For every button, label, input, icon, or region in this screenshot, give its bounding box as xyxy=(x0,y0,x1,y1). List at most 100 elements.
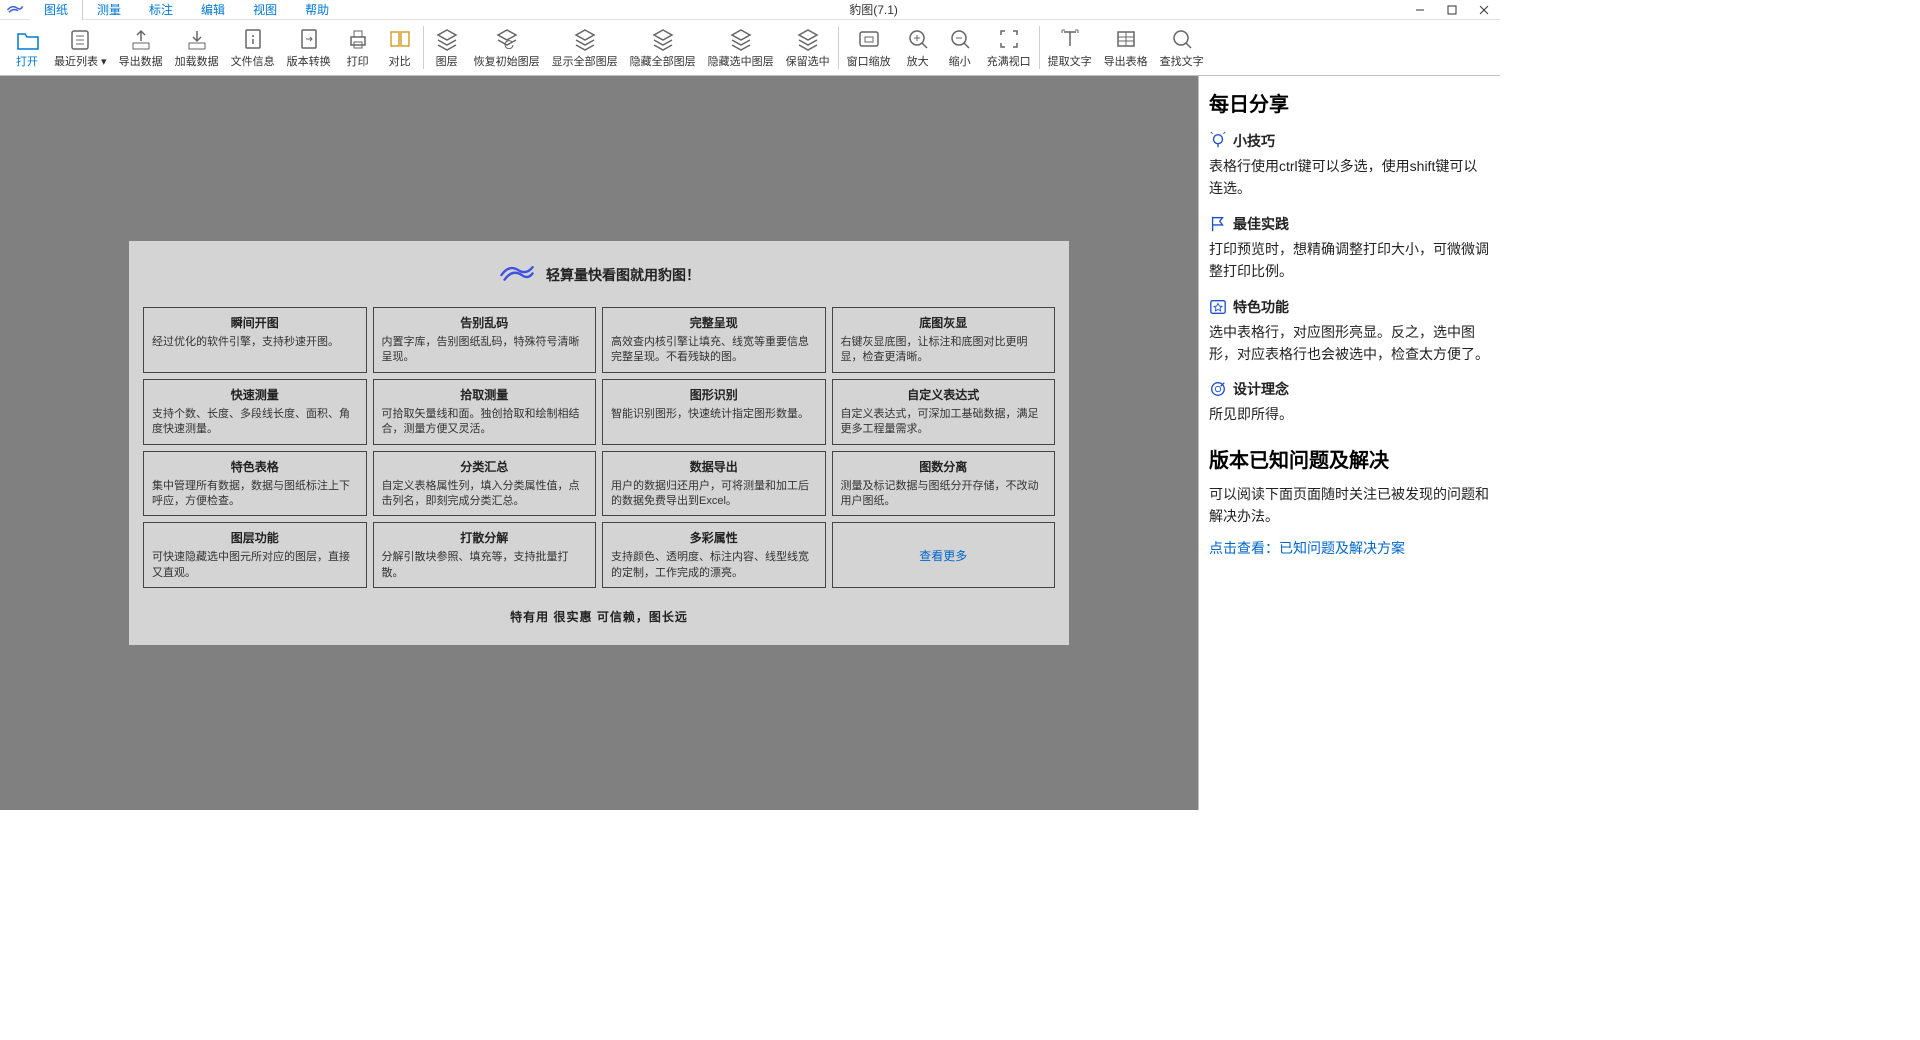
ribbon-label: 版本转换 xyxy=(287,53,331,69)
zoomwin-icon xyxy=(857,27,881,51)
ribbon-label: 查找文字 xyxy=(1160,53,1204,69)
card-desc: 用户的数据归还用户，可将测量和加工后的数据免费导出到Excel。 xyxy=(611,479,817,510)
tab-help[interactable]: 帮助 xyxy=(291,0,343,20)
minimize-button[interactable] xyxy=(1404,0,1436,20)
card-title: 自定义表达式 xyxy=(841,386,1047,403)
ribbon-layerkeep-button[interactable]: 保留选中 xyxy=(780,20,836,75)
ribbon-search-button[interactable]: 查找文字 xyxy=(1154,20,1210,75)
card-desc: 经过优化的软件引擎，支持秒速开图。 xyxy=(152,335,358,350)
share-title: 最佳实践 xyxy=(1233,214,1289,234)
close-button[interactable] xyxy=(1468,0,1500,20)
fileinfo-icon xyxy=(241,27,265,51)
share-body: 所见即所得。 xyxy=(1209,403,1490,425)
ribbon-layershow-button[interactable]: 显示全部图层 xyxy=(546,20,624,75)
zoomout-icon xyxy=(948,27,972,51)
card-desc: 自定义表格属性列，填入分类属性值，点击列名，即刻完成分类汇总。 xyxy=(382,479,588,510)
bulb-icon xyxy=(1209,132,1227,150)
card-desc: 支持颜色、透明度、标注内容、线型线宽的定制，工作完成的漂亮。 xyxy=(611,550,817,581)
card-desc: 右键灰显底图，让标注和底图对比更明显，检查更清晰。 xyxy=(841,335,1047,366)
share-body: 表格行使用ctrl键可以多选，使用shift键可以连选。 xyxy=(1209,155,1490,200)
card-desc: 可拾取矢量线和面。独创拾取和绘制相结合，测量方便又灵活。 xyxy=(382,407,588,438)
more-card[interactable]: 查看更多 xyxy=(832,522,1056,588)
card-title: 瞬间开图 xyxy=(152,314,358,331)
welcome-footer: 特有用 很实惠 可信赖，图长远 xyxy=(143,608,1055,625)
app-logo xyxy=(0,3,30,17)
ribbon-label: 窗口缩放 xyxy=(847,53,891,69)
compare-icon xyxy=(388,27,412,51)
ribbon-print-button[interactable]: 打印 xyxy=(337,20,379,75)
ribbon-label: 打印 xyxy=(347,53,369,69)
ribbon-layerhidesel-button[interactable]: 隐藏选中图层 xyxy=(702,20,780,75)
ribbon-label: 最近列表 ▾ xyxy=(54,53,107,69)
share-item: 小技巧表格行使用ctrl键可以多选，使用shift键可以连选。 xyxy=(1209,131,1490,200)
drawing-canvas[interactable]: 轻算量快看图就用豹图！ 瞬间开图经过优化的软件引擎，支持秒速开图。告别乱码内置字… xyxy=(0,76,1198,810)
card-title: 底图灰显 xyxy=(841,314,1047,331)
tab-edit[interactable]: 编辑 xyxy=(187,0,239,20)
feature-card: 图层功能可快速隐藏选中图元所对应的图层，直接又直观。 xyxy=(143,522,367,588)
ribbon-layers-button[interactable]: 图层 xyxy=(426,20,468,75)
ribbon-fileinfo-button[interactable]: 文件信息 xyxy=(225,20,281,75)
tab-drawing[interactable]: 图纸 xyxy=(30,0,83,20)
view-more-link[interactable]: 查看更多 xyxy=(919,547,967,564)
star-icon xyxy=(1209,298,1227,316)
share-title: 设计理念 xyxy=(1233,379,1289,399)
ribbon-zoomfit-button[interactable]: 充满视口 xyxy=(981,20,1037,75)
ribbon-table-button[interactable]: 导出表格 xyxy=(1098,20,1154,75)
ribbon-extracttext-button[interactable]: 提取文字 xyxy=(1042,20,1098,75)
card-title: 特色表格 xyxy=(152,458,358,475)
daily-share-heading: 每日分享 xyxy=(1209,88,1490,117)
ribbon-list-button[interactable]: 最近列表 ▾ xyxy=(48,20,113,75)
zoomfit-icon xyxy=(997,27,1021,51)
ribbon-layerhide-button[interactable]: 隐藏全部图层 xyxy=(624,20,702,75)
ribbon-label: 提取文字 xyxy=(1048,53,1092,69)
ribbon-zoomin-button[interactable]: 放大 xyxy=(897,20,939,75)
card-desc: 智能识别图形，快速统计指定图形数量。 xyxy=(611,407,817,422)
feature-card: 图数分离测量及标记数据与图纸分开存储，不改动用户图纸。 xyxy=(832,451,1056,517)
maximize-button[interactable] xyxy=(1436,0,1468,20)
ribbon-label: 保留选中 xyxy=(786,53,830,69)
feature-card: 瞬间开图经过优化的软件引擎，支持秒速开图。 xyxy=(143,307,367,373)
card-desc: 测量及标记数据与图纸分开存储，不改动用户图纸。 xyxy=(841,479,1047,510)
ribbon-convert-button[interactable]: 版本转换 xyxy=(281,20,337,75)
list-icon xyxy=(68,27,92,51)
feature-cards-grid: 瞬间开图经过优化的软件引擎，支持秒速开图。告别乱码内置字库，告别图纸乱码，特殊符… xyxy=(143,307,1055,588)
ribbon-label: 隐藏全部图层 xyxy=(630,53,696,69)
share-body: 选中表格行，对应图形亮显。反之，选中图形，对应表格行也会被选中，检查太方便了。 xyxy=(1209,321,1490,366)
ribbon-zoomwin-button[interactable]: 窗口缩放 xyxy=(841,20,897,75)
ribbon-label: 文件信息 xyxy=(231,53,275,69)
ribbon-download-button[interactable]: 加载数据 xyxy=(169,20,225,75)
ribbon-label: 充满视口 xyxy=(987,53,1031,69)
ribbon-label: 导出数据 xyxy=(119,53,163,69)
ribbon-folder-button[interactable]: 打开 xyxy=(6,20,48,75)
convert-icon xyxy=(297,27,321,51)
feature-card: 图形识别智能识别图形，快速统计指定图形数量。 xyxy=(602,379,826,445)
ribbon-upload-button[interactable]: 导出数据 xyxy=(113,20,169,75)
ribbon-compare-button[interactable]: 对比 xyxy=(379,20,421,75)
ribbon-layerreset-button[interactable]: 恢复初始图层 xyxy=(468,20,546,75)
share-title: 特色功能 xyxy=(1233,297,1289,317)
ribbon-toolbar: 打开最近列表 ▾ 导出数据加载数据文件信息版本转换打印对比图层恢复初始图层显示全部… xyxy=(0,20,1500,76)
print-icon xyxy=(346,27,370,51)
card-desc: 自定义表达式，可深加工基础数据，满足更多工程量需求。 xyxy=(841,407,1047,438)
card-title: 打散分解 xyxy=(382,529,588,546)
card-title: 告别乱码 xyxy=(382,314,588,331)
tab-annotate[interactable]: 标注 xyxy=(135,0,187,20)
feature-card: 多彩属性支持颜色、透明度、标注内容、线型线宽的定制，工作完成的漂亮。 xyxy=(602,522,826,588)
feature-card: 告别乱码内置字库，告别图纸乱码，特殊符号清晰呈现。 xyxy=(373,307,597,373)
card-desc: 集中管理所有数据，数据与图纸标注上下呼应，方便检查。 xyxy=(152,479,358,510)
tab-view[interactable]: 视图 xyxy=(239,0,291,20)
card-title: 多彩属性 xyxy=(611,529,817,546)
known-issues-link[interactable]: 点击查看：已知问题及解决方案 xyxy=(1209,538,1490,558)
layerreset-icon xyxy=(495,27,519,51)
tab-measure[interactable]: 测量 xyxy=(83,0,135,20)
slogan-text: 轻算量快看图就用豹图！ xyxy=(546,265,700,285)
layerhide-icon xyxy=(651,27,675,51)
layerkeep-icon xyxy=(796,27,820,51)
ribbon-zoomout-button[interactable]: 缩小 xyxy=(939,20,981,75)
feature-card: 快速测量支持个数、长度、多段线长度、面积、角度快速测量。 xyxy=(143,379,367,445)
table-icon xyxy=(1114,27,1138,51)
share-items: 小技巧表格行使用ctrl键可以多选，使用shift键可以连选。最佳实践打印预览时… xyxy=(1209,131,1490,426)
card-title: 图层功能 xyxy=(152,529,358,546)
share-item: 最佳实践打印预览时，想精确调整打印大小，可微微调整打印比例。 xyxy=(1209,214,1490,283)
share-body: 打印预览时，想精确调整打印大小，可微微调整打印比例。 xyxy=(1209,238,1490,283)
